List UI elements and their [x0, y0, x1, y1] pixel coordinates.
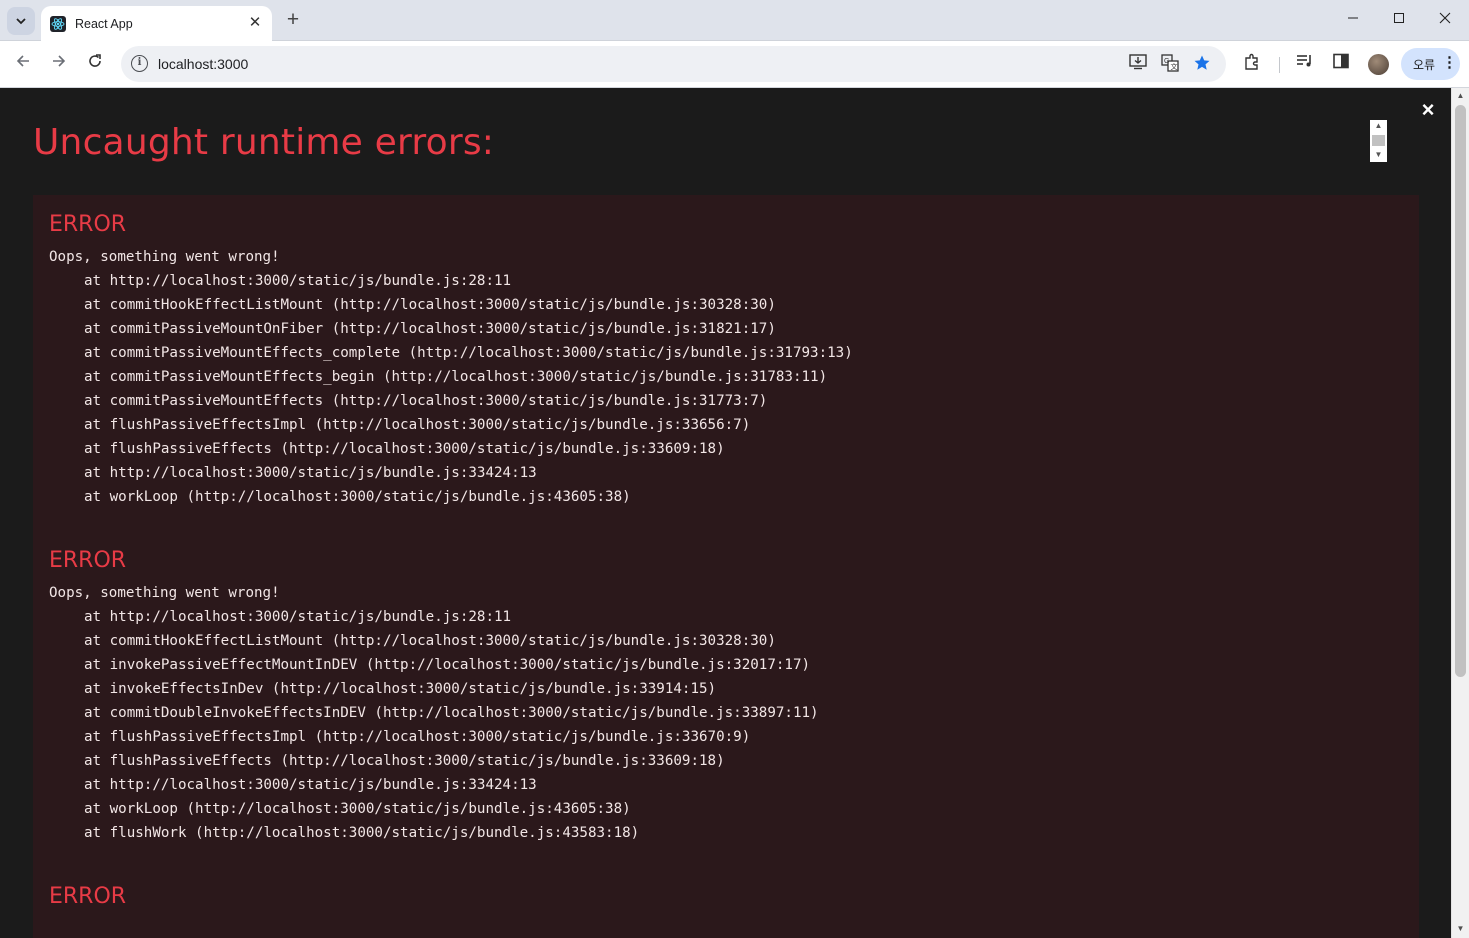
maximize-button[interactable]: [1387, 8, 1411, 32]
address-bar[interactable]: i localhost:3000 G文: [121, 46, 1226, 82]
profile-error-chip[interactable]: 오류 ⋮: [1401, 48, 1460, 80]
install-app-icon[interactable]: [1128, 54, 1148, 74]
media-control-icon[interactable]: [1294, 53, 1316, 75]
error-block: ERROR: [33, 845, 1419, 917]
profile-avatar[interactable]: [1368, 54, 1389, 75]
window-close-button[interactable]: [1433, 8, 1457, 32]
scroll-up-icon[interactable]: ▲: [1370, 121, 1387, 131]
stack-frame: at flushWork (http://localhost:3000/stat…: [84, 825, 640, 841]
stack-frame: at http://localhost:3000/static/js/bundl…: [84, 777, 537, 793]
stack-frame: at invokeEffectsInDev (http://localhost:…: [84, 681, 717, 697]
overlay-close-icon[interactable]: ×: [1419, 99, 1437, 121]
translate-icon[interactable]: G文: [1160, 54, 1180, 74]
stack-frame: at commitDoubleInvokeEffectsInDEV (http:…: [84, 705, 819, 721]
stack-frame: at http://localhost:3000/static/js/bundl…: [84, 465, 537, 481]
scroll-down-icon[interactable]: ▼: [1370, 150, 1387, 160]
tab-strip: React App ✕ +: [0, 0, 1469, 41]
stack-frame: at workLoop (http://localhost:3000/stati…: [84, 801, 631, 817]
error-message: Oops, something went wrong!: [49, 249, 280, 265]
extensions-icon[interactable]: [1241, 53, 1263, 75]
toolbar-divider: [1279, 57, 1280, 73]
stack-frame: at flushPassiveEffectsImpl (http://local…: [84, 417, 751, 433]
svg-text:文: 文: [1171, 62, 1178, 71]
stack-frame: at commitPassiveMountEffects_complete (h…: [84, 345, 853, 361]
tab-search-icon[interactable]: [7, 7, 35, 35]
stack-frame: at http://localhost:3000/static/js/bundl…: [84, 609, 512, 625]
stack-frame: at workLoop (http://localhost:3000/stati…: [84, 489, 631, 505]
reload-icon[interactable]: [83, 52, 107, 76]
stack-frame: at flushPassiveEffects (http://localhost…: [84, 753, 725, 769]
tab-title: React App: [75, 16, 133, 31]
tab-close-icon[interactable]: ✕: [247, 15, 263, 31]
overlay-inner-scrollbar[interactable]: ▲ ▼: [1370, 120, 1387, 162]
stack-frame: at flushPassiveEffectsImpl (http://local…: [84, 729, 751, 745]
page-scrollbar[interactable]: ▲ ▼: [1451, 88, 1469, 938]
overlay-title: Uncaught runtime errors:: [33, 122, 495, 163]
site-info-icon[interactable]: i: [131, 55, 148, 72]
minimize-button[interactable]: [1341, 8, 1365, 32]
menu-icon[interactable]: ⋮: [1442, 53, 1457, 71]
forward-icon[interactable]: [47, 52, 71, 76]
active-tab[interactable]: React App ✕: [41, 6, 272, 41]
error-overlay: Uncaught runtime errors: × ▲ ▼ ERROR Oops…: [0, 88, 1451, 938]
new-tab-button[interactable]: +: [282, 9, 304, 31]
side-panel-icon[interactable]: [1330, 53, 1352, 75]
stack-frame: at commitPassiveMountEffects_begin (http…: [84, 369, 828, 385]
error-message: Oops, something went wrong!: [49, 585, 280, 601]
stack-frame: at invokePassiveEffectMountInDEV (http:/…: [84, 657, 811, 673]
profile-label: 오류: [1413, 58, 1436, 72]
react-favicon-icon: [50, 15, 66, 32]
stack-frame: at http://localhost:3000/static/js/bundl…: [84, 273, 512, 289]
scroll-thumb[interactable]: [1372, 135, 1385, 146]
scroll-thumb[interactable]: [1455, 105, 1466, 677]
stack-frame: at commitPassiveMountEffects (http://loc…: [84, 393, 768, 409]
url-text[interactable]: localhost:3000: [158, 56, 248, 72]
scroll-down-icon[interactable]: ▼: [1452, 921, 1469, 937]
scroll-up-icon[interactable]: ▲: [1452, 88, 1469, 104]
error-heading: ERROR: [49, 884, 127, 909]
browser-toolbar: i localhost:3000 G文 오류 ⋮: [0, 41, 1469, 88]
error-list: ERROR Oops, something went wrong! at http:…: [33, 195, 1419, 938]
svg-text:G: G: [1164, 58, 1169, 65]
error-block: ERROR Oops, something went wrong! at http:…: [33, 195, 1419, 509]
error-heading: ERROR: [49, 212, 127, 237]
stack-frame: at flushPassiveEffects (http://localhost…: [84, 441, 725, 457]
stack-frame: at commitPassiveMountOnFiber (http://loc…: [84, 321, 776, 337]
back-icon[interactable]: [11, 52, 35, 76]
stack-frame: at commitHookEffectListMount (http://loc…: [84, 297, 776, 313]
error-heading: ERROR: [49, 548, 127, 573]
bookmark-star-icon[interactable]: [1192, 54, 1212, 74]
error-block: ERROR Oops, something went wrong! at http:…: [33, 509, 1419, 845]
stack-frame: at commitHookEffectListMount (http://loc…: [84, 633, 776, 649]
